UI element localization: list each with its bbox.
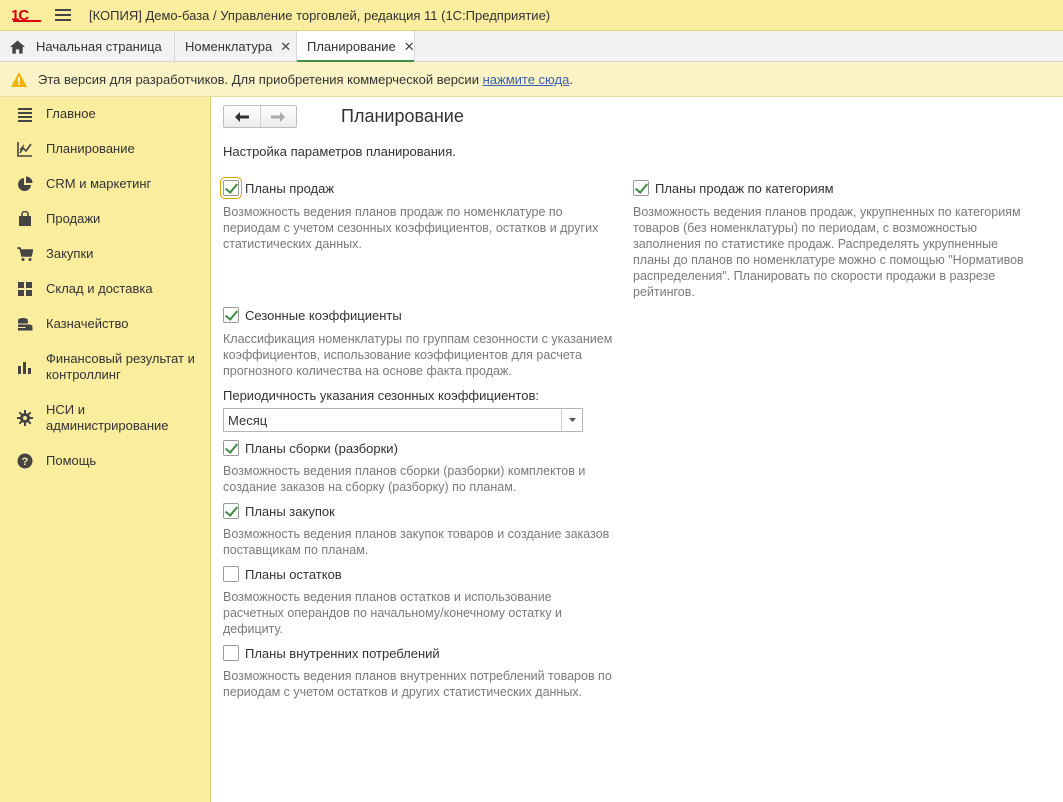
- seasonal-coefficients-checkbox[interactable]: [223, 307, 239, 323]
- svg-text:?: ?: [22, 456, 29, 468]
- sidebar-item-warehouse[interactable]: Склад и доставка: [0, 281, 210, 297]
- sidebar-item-finance[interactable]: Финансовый результат и контроллинг: [0, 351, 210, 383]
- sidebar-item-label: Склад и доставка: [46, 281, 153, 296]
- purchase-plans-option[interactable]: Планы закупок: [223, 503, 335, 519]
- seasonality-period-label: Периодичность указания сезонных коэффици…: [223, 388, 540, 403]
- tab-home[interactable]: Начальная страница: [0, 31, 175, 62]
- purchase-plans-label: Планы закупок: [245, 503, 335, 519]
- sales-plans-description: Возможность ведения планов продаж по ном…: [223, 205, 599, 251]
- window-title: [КОПИЯ] Демо-база / Управление торговлей…: [89, 7, 551, 23]
- warning-text: Эта версия для разработчиков. Для приобр…: [38, 71, 479, 87]
- purchase-plans-checkbox[interactable]: [223, 503, 239, 519]
- sidebar-item-planning[interactable]: Планирование: [0, 141, 210, 157]
- seasonality-period-select[interactable]: Месяц: [223, 408, 583, 432]
- seasonal-coefficients-description: Классификация номенклатуры по группам се…: [223, 332, 613, 378]
- sales-plans-label: Планы продаж: [245, 180, 335, 196]
- internal-consumption-plans-option[interactable]: Планы внутренних потреблений: [223, 645, 440, 661]
- tab-planning[interactable]: Планирование ✕: [297, 31, 415, 63]
- seasonality-period-value: Месяц: [228, 412, 268, 428]
- sidebar-item-help[interactable]: ? Помощь: [0, 453, 210, 469]
- warning-icon: [11, 71, 27, 87]
- sales-plans-option[interactable]: Планы продаж: [220, 177, 335, 199]
- main-menu-icon[interactable]: [55, 9, 71, 21]
- arrow-right-icon: [271, 111, 286, 122]
- page-title: Планирование: [341, 106, 464, 126]
- home-icon: [10, 39, 25, 54]
- arrow-left-icon: [234, 111, 249, 122]
- stock-plans-description: Возможность ведения планов остатков и ис…: [223, 590, 562, 636]
- sidebar-item-admin[interactable]: НСИ и администрирование: [0, 402, 210, 434]
- title-bar: 1С [КОПИЯ] Демо-база / Управление торгов…: [0, 0, 1063, 31]
- internal-consumption-plans-checkbox[interactable]: [223, 645, 239, 661]
- tab-label: Начальная страница: [36, 39, 162, 54]
- planning-chart-icon: [17, 142, 32, 157]
- seasonal-coefficients-label: Сезонные коэффициенты: [245, 307, 402, 323]
- 1c-logo[interactable]: 1С: [11, 7, 43, 24]
- sidebar-item-label: Продажи: [46, 211, 101, 226]
- forward-button[interactable]: [259, 106, 296, 127]
- cart-icon: [17, 247, 33, 261]
- sidebar-item-sales[interactable]: Продажи: [0, 211, 210, 227]
- internal-consumption-plans-description: Возможность ведения планов внутренних по…: [223, 669, 612, 699]
- bar-chart-icon: [18, 362, 31, 374]
- tab-bar: Начальная страница Номенклатура ✕ Планир…: [0, 31, 1063, 63]
- sidebar-item-label: Казначейство: [46, 316, 129, 331]
- developer-version-banner: Эта версия для разработчиков. Для приобр…: [0, 62, 1063, 97]
- assembly-plans-option[interactable]: Планы сборки (разборки): [223, 440, 398, 456]
- stock-plans-label: Планы остатков: [245, 566, 342, 582]
- sidebar: Главное Планирование CRM и маркетинг Про…: [0, 97, 211, 802]
- category-sales-plans-label: Планы продаж по категориям: [655, 180, 834, 196]
- stock-plans-option[interactable]: Планы остатков: [223, 566, 342, 582]
- purchase-plans-description: Возможность ведения планов закупок товар…: [223, 527, 610, 557]
- sidebar-item-main[interactable]: Главное: [0, 106, 210, 122]
- sidebar-item-treasury[interactable]: Казначейство: [0, 316, 210, 332]
- category-sales-plans-option[interactable]: Планы продаж по категориям: [633, 180, 834, 196]
- coins-icon: [18, 318, 33, 331]
- back-button[interactable]: [224, 106, 260, 127]
- sidebar-item-label: Финансовый результат и контроллинг: [46, 351, 195, 382]
- sidebar-item-crm[interactable]: CRM и маркетинг: [0, 176, 210, 192]
- sidebar-item-label: НСИ и администрирование: [46, 402, 169, 433]
- internal-consumption-plans-label: Планы внутренних потреблений: [245, 645, 440, 661]
- shopping-bag-icon: [19, 211, 31, 226]
- list-icon: [18, 108, 32, 122]
- purchase-link[interactable]: нажмите сюда: [483, 72, 570, 87]
- pie-chart-icon: [18, 176, 33, 191]
- category-sales-plans-checkbox[interactable]: [633, 180, 649, 196]
- chevron-down-icon[interactable]: [561, 409, 582, 431]
- warning-suffix: .: [569, 71, 573, 87]
- sidebar-item-label: Планирование: [46, 141, 135, 156]
- sidebar-item-label: Закупки: [46, 246, 94, 261]
- assembly-plans-description: Возможность ведения планов сборки (разбо…: [223, 464, 586, 494]
- tab-nomenclature[interactable]: Номенклатура ✕: [175, 31, 297, 62]
- close-icon[interactable]: ✕: [404, 39, 415, 55]
- seasonal-coefficients-option[interactable]: Сезонные коэффициенты: [223, 307, 402, 323]
- sidebar-item-label: CRM и маркетинг: [46, 176, 152, 191]
- sidebar-item-purchases[interactable]: Закупки: [0, 246, 210, 262]
- grid-icon: [18, 282, 32, 296]
- sales-plans-checkbox[interactable]: [220, 177, 242, 199]
- page-intro: Настройка параметров планирования.: [223, 144, 456, 159]
- planning-settings-form: Планирование Настройка параметров планир…: [211, 97, 1063, 802]
- category-sales-plans-description: Возможность ведения планов продаж, укруп…: [633, 205, 1024, 299]
- sidebar-item-label: Помощь: [46, 453, 97, 468]
- sidebar-item-label: Главное: [46, 106, 96, 121]
- assembly-plans-label: Планы сборки (разборки): [245, 440, 398, 456]
- assembly-plans-checkbox[interactable]: [223, 440, 239, 456]
- tab-label: Планирование: [307, 39, 396, 54]
- history-nav: [223, 105, 297, 128]
- gear-icon: [17, 410, 33, 426]
- stock-plans-checkbox[interactable]: [223, 566, 239, 582]
- tab-label: Номенклатура: [185, 39, 273, 54]
- help-icon: ?: [17, 453, 33, 469]
- close-icon[interactable]: ✕: [280, 39, 291, 55]
